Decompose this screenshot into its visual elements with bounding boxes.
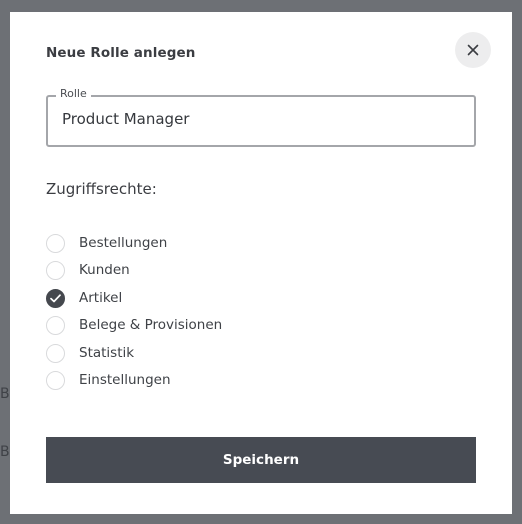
permission-label: Kunden <box>79 262 130 278</box>
checkbox[interactable] <box>46 343 65 363</box>
permission-item-statistik[interactable]: Statistik <box>46 342 134 364</box>
create-role-dialog: Neue Rolle anlegen Rolle Zugriffsrechte:… <box>10 12 512 514</box>
checkmark-icon <box>50 293 61 302</box>
role-field-label: Rolle <box>56 87 91 100</box>
close-icon <box>467 44 479 56</box>
dialog-title: Neue Rolle anlegen <box>46 45 196 61</box>
permission-item-belege-provisionen[interactable]: Belege & Provisionen <box>46 314 222 336</box>
permission-item-kunden[interactable]: Kunden <box>46 259 130 281</box>
checkbox-checked[interactable] <box>46 288 65 308</box>
close-button[interactable] <box>455 32 491 68</box>
role-input[interactable] <box>62 110 462 128</box>
checkbox[interactable] <box>46 260 65 280</box>
checkbox[interactable] <box>46 370 65 390</box>
permission-label: Einstellungen <box>79 372 171 388</box>
permissions-heading: Zugriffsrechte: <box>46 180 157 198</box>
permission-item-bestellungen[interactable]: Bestellungen <box>46 232 167 254</box>
permission-label: Statistik <box>79 345 135 361</box>
permission-label: Belege & Provisionen <box>79 317 223 333</box>
save-button[interactable]: Speichern <box>46 437 476 483</box>
permission-label: Bestellungen <box>79 235 168 251</box>
permission-item-einstellungen[interactable]: Einstellungen <box>46 369 171 391</box>
permission-label: Artikel <box>79 290 123 306</box>
checkbox[interactable] <box>46 315 65 335</box>
role-field: Rolle <box>46 87 476 147</box>
permission-item-artikel[interactable]: Artikel <box>46 287 122 309</box>
checkbox[interactable] <box>46 233 65 253</box>
